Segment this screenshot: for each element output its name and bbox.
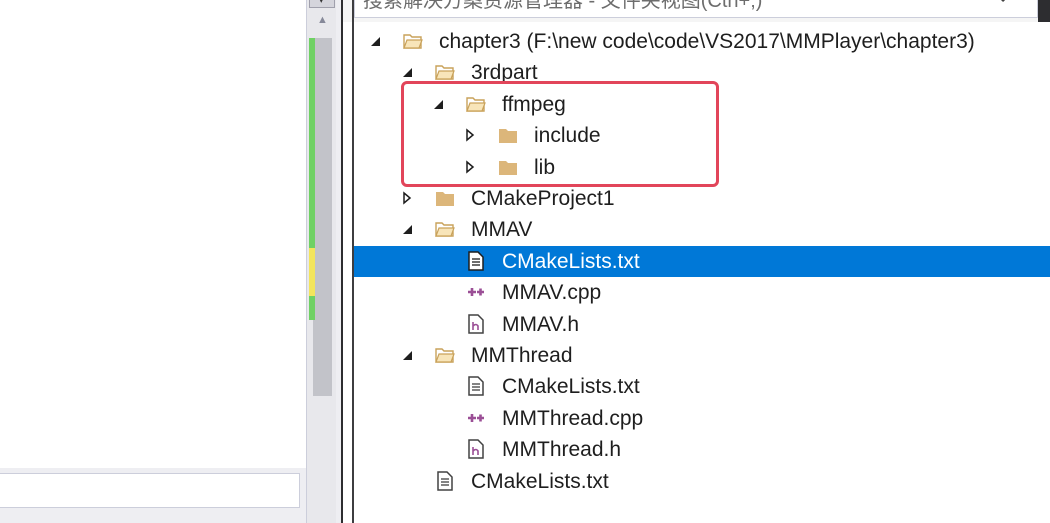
text-file-icon [465, 375, 487, 397]
change-marker-saved [309, 296, 315, 320]
annotation-highlight-box [401, 81, 719, 187]
scrollbar-split-button[interactable]: ▾ [309, 0, 335, 8]
tree-item[interactable]: MMThread.cpp [354, 403, 1050, 434]
cpp-file-icon [465, 281, 487, 303]
scroll-up-arrow-icon[interactable]: ▲ [317, 14, 328, 26]
tree-item-label: MMThread.h [502, 438, 622, 461]
header-file-icon [465, 438, 487, 460]
tree-item[interactable]: MMAV [354, 214, 1050, 245]
change-marker-saved [309, 38, 315, 248]
tree-item[interactable]: MMThread.h [354, 434, 1050, 465]
tree-item-label: MMThread.cpp [502, 407, 644, 430]
solution-explorer-search[interactable]: 搜索解决方案资源管理器 - 文件夹视图(Ctrl+;) [354, 0, 1038, 18]
tree-item-label: chapter3 (F:\new code\code\VS2017\MMPlay… [439, 30, 975, 53]
change-marker-unsaved [309, 248, 315, 296]
collapse-arrow-icon[interactable] [368, 34, 382, 48]
expand-arrow-icon[interactable] [400, 191, 414, 205]
folder-open-icon [402, 30, 424, 52]
tree-item-label: CMakeLists.txt [471, 470, 609, 493]
tree-item-label: MMAV.h [502, 313, 580, 336]
tree-item[interactable]: CMakeLists.txt [354, 246, 1050, 277]
tree-item[interactable]: MMAV.h [354, 309, 1050, 340]
tree-item-label: MMThread [471, 344, 573, 367]
folder-open-icon [434, 344, 456, 366]
collapse-arrow-icon[interactable] [400, 222, 414, 236]
tree-item[interactable]: CMakeProject1 [354, 183, 1050, 214]
folder-open-icon [434, 61, 456, 83]
cpp-file-icon [465, 407, 487, 429]
search-icon[interactable] [999, 0, 1023, 5]
tree-item-label: CMakeLists.txt [502, 375, 640, 398]
tree-item-label: CMakeLists.txt [502, 250, 640, 273]
text-file-icon [465, 250, 487, 272]
chevron-down-icon: ▾ [319, 0, 324, 5]
collapse-arrow-icon[interactable] [400, 65, 414, 79]
tree-item-label: CMakeProject1 [471, 187, 615, 210]
panel-edge-bar [1038, 0, 1050, 22]
header-file-icon [465, 313, 487, 335]
folder-open-icon [434, 218, 456, 240]
collapse-arrow-icon[interactable] [400, 348, 414, 362]
tree-item-label: MMAV [471, 218, 533, 241]
tree-item[interactable]: MMAV.cpp [354, 277, 1050, 308]
tree-item[interactable]: CMakeLists.txt [354, 371, 1050, 402]
tree-item[interactable]: chapter3 (F:\new code\code\VS2017\MMPlay… [354, 26, 1050, 57]
folder-icon [434, 187, 456, 209]
code-editor-area[interactable] [0, 0, 306, 523]
search-placeholder: 搜索解决方案资源管理器 - 文件夹视图(Ctrl+;) [363, 0, 763, 12]
tree-item-label: MMAV.cpp [502, 281, 602, 304]
tree-item[interactable]: CMakeLists.txt [354, 466, 1050, 497]
tree-item[interactable]: MMThread [354, 340, 1050, 371]
scrollbar-thumb[interactable] [313, 38, 332, 396]
text-file-icon [434, 470, 456, 492]
editor-bottom-input[interactable] [0, 473, 300, 508]
